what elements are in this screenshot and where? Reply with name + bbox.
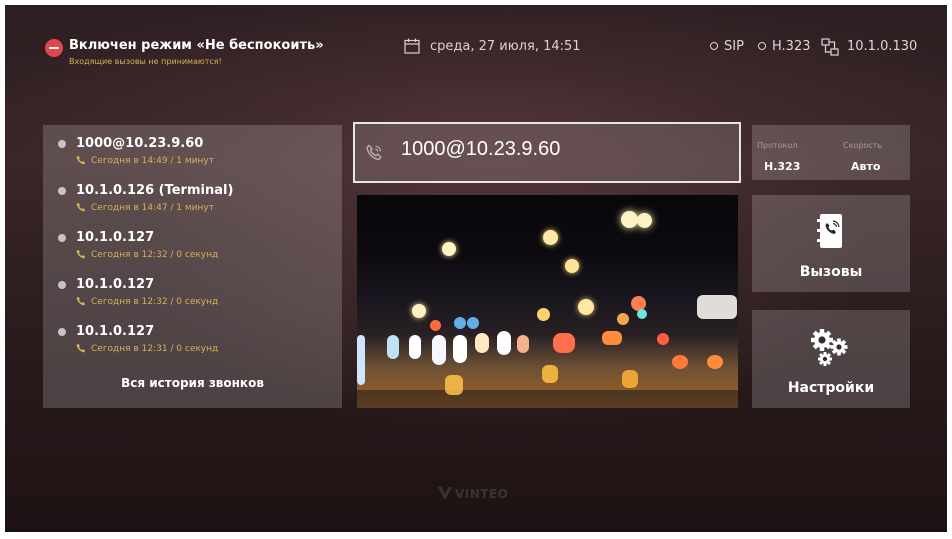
ip-address: 10.1.0.130 [847, 39, 918, 54]
sip-label: SIP [724, 39, 744, 54]
dnd-subtitle: Входящие вызовы не принимаются! [69, 57, 222, 66]
history-detail: Сегодня в 12:32 / 0 секунд [91, 250, 219, 260]
outgoing-call-icon [76, 343, 86, 353]
call-history-panel: 1000@10.23.9.60 Сегодня в 14:49 / 1 мину… [43, 125, 342, 408]
history-contact: 10.1.0.127 [76, 277, 155, 292]
vinteo-logo-mark [438, 487, 452, 500]
network-icon [821, 38, 839, 56]
dnd-title: Включен режим «Не беспокоить» [69, 38, 324, 53]
history-item[interactable]: 10.1.0.127 Сегодня в 12:32 / 0 секунд [43, 270, 342, 314]
settings-tile[interactable]: Настройки [752, 310, 910, 408]
status-dot [58, 187, 66, 195]
history-detail: Сегодня в 12:32 / 0 секунд [91, 297, 219, 307]
history-item[interactable]: 10.1.0.127 Сегодня в 12:31 / 0 секунд [43, 317, 342, 361]
history-contact: 10.1.0.126 (Terminal) [76, 183, 234, 198]
outgoing-call-icon [76, 296, 86, 306]
settings-label: Настройки [787, 380, 875, 396]
main-screen: Включен режим «Не беспокоить» Входящие в… [5, 5, 947, 532]
status-dot [58, 328, 66, 336]
phone-icon [366, 144, 382, 161]
vinteo-logo: VINTEO [437, 485, 517, 505]
phonebook-icon [817, 214, 842, 248]
status-dot [58, 234, 66, 242]
history-contact: 1000@10.23.9.60 [76, 136, 204, 151]
all-call-history-button[interactable]: Вся история звонков [43, 376, 342, 390]
status-dot [58, 140, 66, 148]
history-contact: 10.1.0.127 [76, 324, 155, 339]
history-detail: Сегодня в 12:31 / 0 секунд [91, 344, 219, 354]
calls-label: Вызовы [799, 264, 863, 280]
history-detail: Сегодня в 14:47 / 1 минут [91, 203, 214, 213]
protocol-value[interactable]: H.323 [764, 160, 800, 173]
history-item[interactable]: 10.1.0.126 (Terminal) Сегодня в 14:47 / … [43, 176, 342, 220]
camera-preview [357, 195, 738, 408]
outgoing-call-icon [76, 155, 86, 165]
calls-tile[interactable]: Вызовы [752, 195, 910, 292]
history-item[interactable]: 10.1.0.127 Сегодня в 12:32 / 0 секунд [43, 223, 342, 267]
outgoing-call-icon [76, 202, 86, 212]
gears-icon [811, 329, 848, 366]
history-item[interactable]: 1000@10.23.9.60 Сегодня в 14:49 / 1 мину… [43, 129, 342, 173]
sip-status-icon [710, 42, 718, 50]
protocol-panel: Протокол H.323 Скорость Авто [752, 125, 910, 180]
history-contact: 10.1.0.127 [76, 230, 155, 245]
do-not-disturb-icon [45, 39, 63, 57]
date-time: среда, 27 июля, 14:51 [430, 39, 581, 54]
dial-field[interactable] [353, 122, 741, 183]
protocol-label: Протокол [757, 141, 798, 150]
logo-text: VINTEO [455, 487, 509, 501]
address-input[interactable] [401, 138, 721, 161]
history-detail: Сегодня в 14:49 / 1 минут [91, 156, 214, 166]
speed-value[interactable]: Авто [851, 160, 880, 173]
h323-label: H.323 [772, 39, 811, 54]
outgoing-call-icon [76, 249, 86, 259]
speed-label: Скорость [843, 141, 883, 150]
h323-status-icon [758, 42, 766, 50]
calendar-icon [404, 38, 420, 54]
status-dot [58, 281, 66, 289]
